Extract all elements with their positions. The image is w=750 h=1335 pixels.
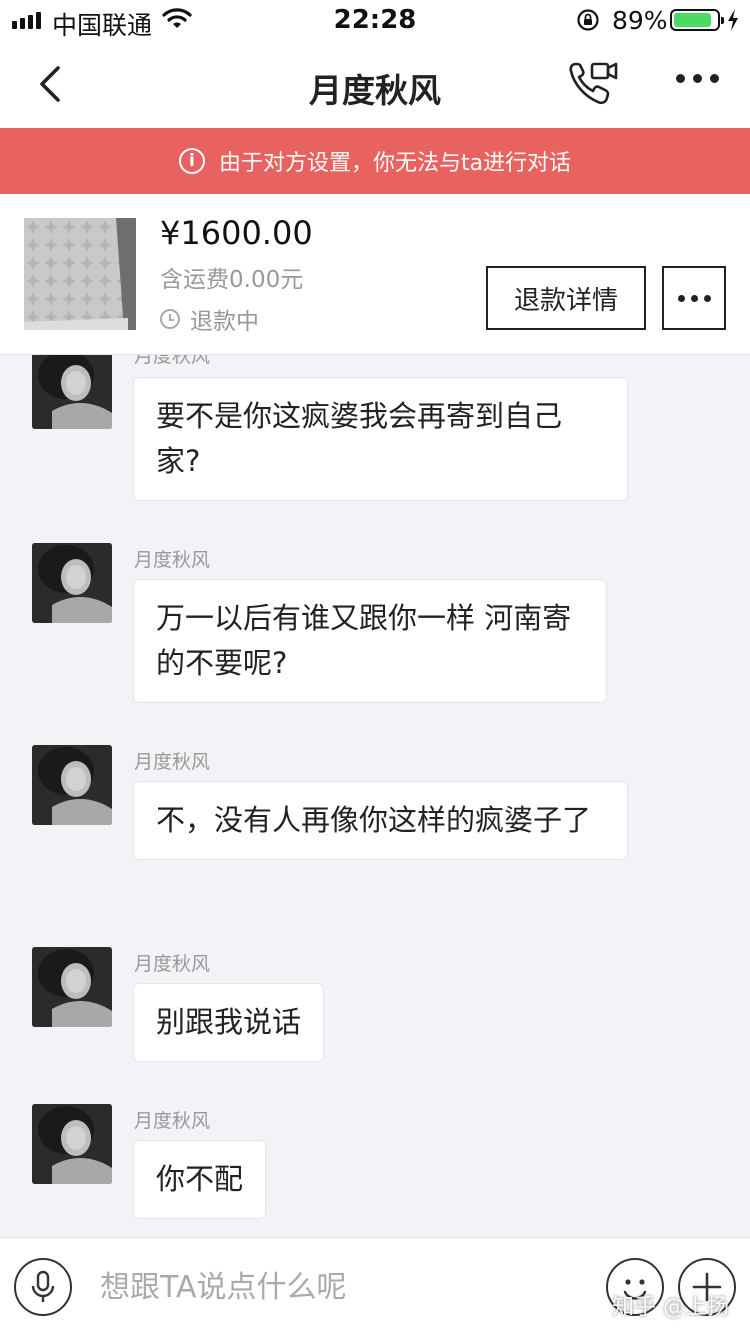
input-bar: 知乎 @上扬 (0, 1237, 750, 1335)
message-bubble[interactable]: 万一以后有谁又跟你一样 河南寄的不要呢? (133, 579, 607, 703)
video-call-icon[interactable] (566, 58, 620, 108)
message-list[interactable]: 月度秋风 要不是你这疯婆我会再寄到自己家? 月度秋风 万一以后有谁又跟你一样 河… (0, 355, 750, 1237)
message-bubble[interactable]: 要不是你这疯婆我会再寄到自己家? (133, 377, 628, 501)
avatar[interactable] (32, 1104, 112, 1184)
microphone-icon[interactable] (14, 1258, 72, 1316)
sender-name: 月度秋风 (134, 751, 211, 773)
signal-icon (12, 12, 41, 29)
avatar[interactable] (32, 947, 112, 1027)
refund-status-text: 退款中 (190, 309, 259, 335)
sender-name: 月度秋风 (134, 953, 211, 975)
status-bar: 中国联通 22:28 89% (0, 0, 750, 40)
message-input[interactable] (100, 1258, 580, 1316)
product-card: ¥1600.00 含运费0.00元 退款中 退款详情 (0, 194, 750, 355)
clock-icon (160, 309, 180, 329)
sender-name: 月度秋风 (134, 355, 211, 367)
product-more-button[interactable] (662, 266, 726, 330)
product-image[interactable] (24, 218, 136, 330)
avatar[interactable] (32, 745, 112, 825)
carrier-name: 中国联通 (52, 11, 153, 40)
orientation-lock-icon (577, 9, 599, 31)
message-bubble[interactable]: 你不配 (133, 1140, 267, 1219)
chat-title: 月度秋风 (309, 71, 441, 110)
charging-icon (728, 9, 738, 31)
shipping-fee: 含运费0.00元 (160, 267, 304, 293)
sender-name: 月度秋风 (134, 549, 211, 571)
back-arrow-icon[interactable] (30, 62, 74, 106)
navigation-bar: 月度秋风 (0, 40, 750, 128)
info-icon: i (178, 148, 205, 174)
chat-blocked-banner: i 由于对方设置，你无法与ta进行对话 (0, 128, 750, 194)
sender-name: 月度秋风 (134, 1110, 211, 1132)
emoji-icon[interactable] (606, 1258, 664, 1316)
product-price: ¥1600.00 (160, 214, 313, 252)
refund-details-button[interactable]: 退款详情 (486, 266, 646, 330)
battery-icon (670, 9, 724, 31)
message-bubble[interactable]: 不，没有人再像你这样的疯婆子了 (133, 781, 628, 860)
battery-level-fill (674, 13, 711, 27)
wifi-icon (162, 8, 192, 28)
banner-text: 由于对方设置，你无法与ta进行对话 (218, 151, 572, 176)
avatar[interactable] (32, 355, 112, 429)
message-bubble[interactable]: 别跟我说话 (133, 983, 325, 1062)
avatar[interactable] (32, 543, 112, 623)
battery-percent: 89% (612, 6, 668, 35)
more-icon[interactable] (676, 74, 719, 83)
refund-status: 退款中 (160, 302, 259, 336)
plus-icon[interactable] (678, 1258, 736, 1316)
